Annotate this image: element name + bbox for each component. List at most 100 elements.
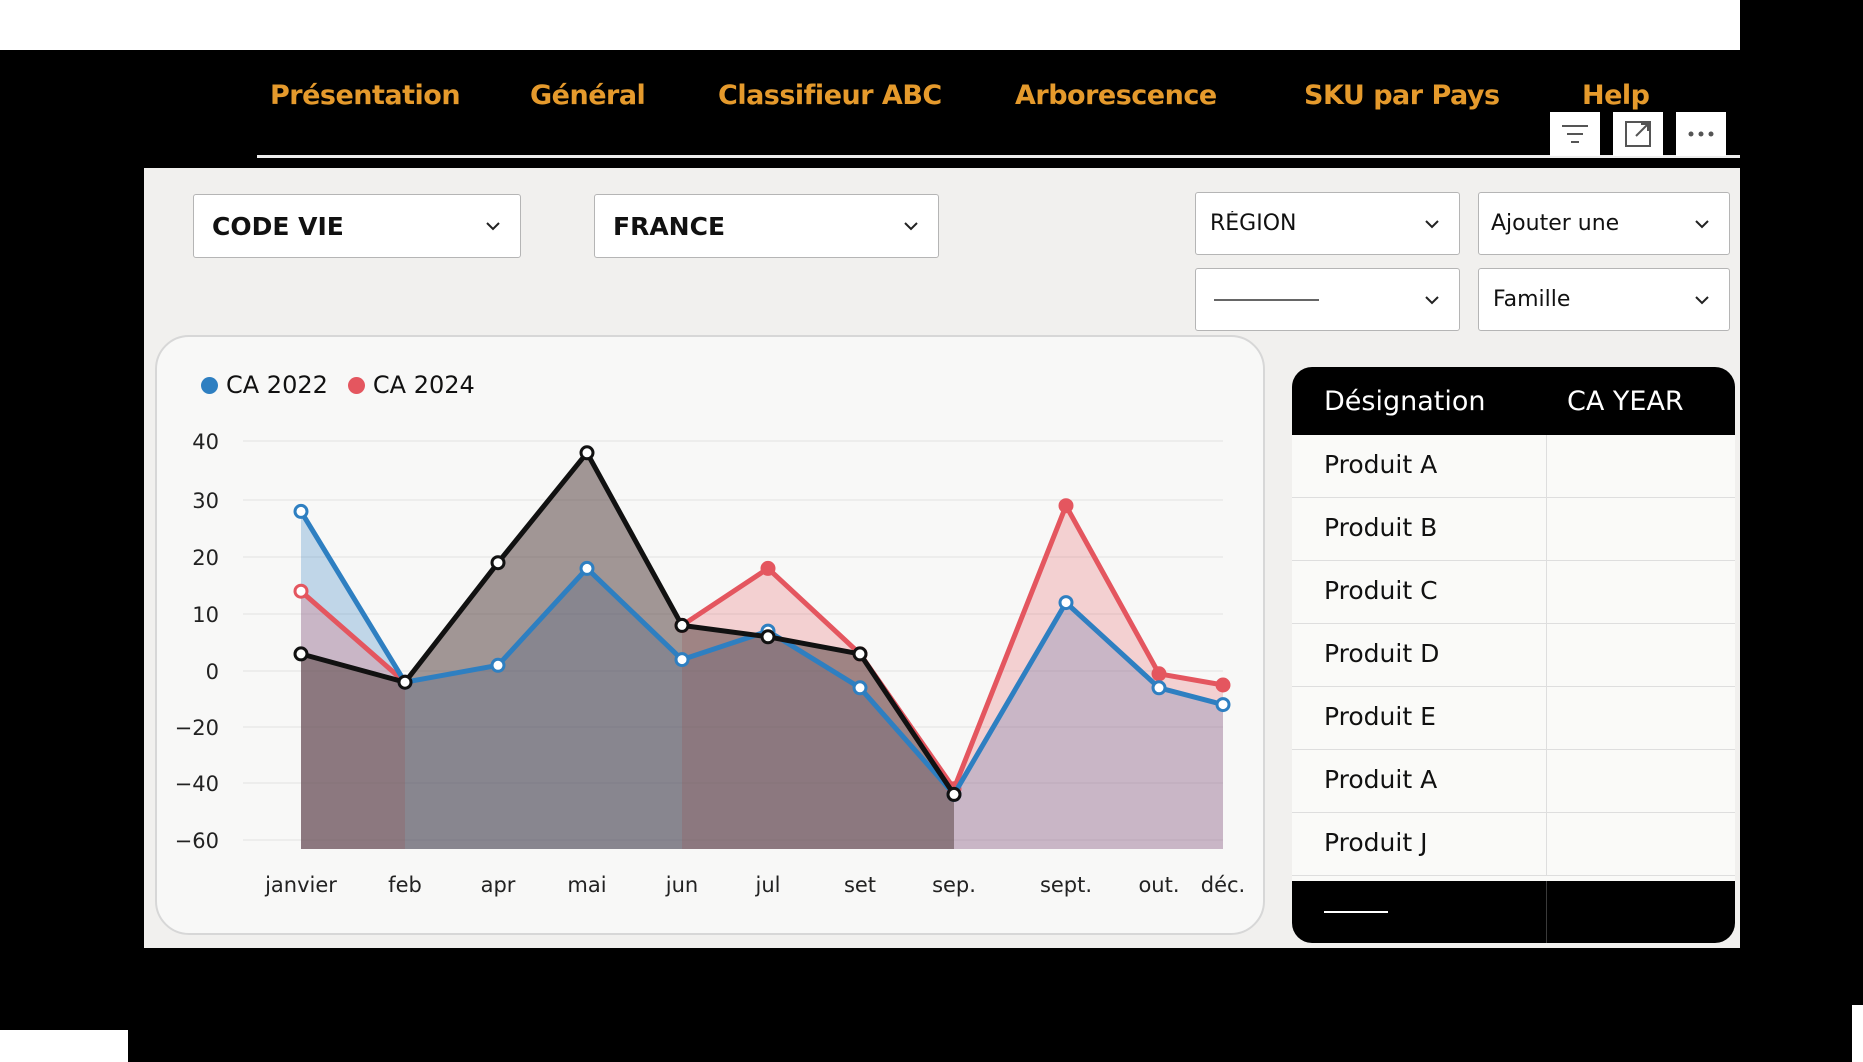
empty-slicer[interactable] <box>1195 268 1460 331</box>
pays-slicer[interactable]: FRANCE <box>594 194 939 258</box>
series-black-point[interactable] <box>579 445 595 461</box>
x-tick-label: janvier <box>264 873 337 897</box>
series-black-point[interactable] <box>674 617 690 633</box>
cell-divider <box>1546 624 1547 686</box>
series-ca-2022-point[interactable] <box>674 652 690 668</box>
region-slicer[interactable]: RÉGION <box>1195 192 1460 255</box>
cell-divider <box>1546 498 1547 560</box>
products-table: Désignation CA YEAR Produit A Produit B … <box>1292 367 1735 943</box>
area-chart-visual[interactable]: 40 30 20 10 0 −20 −40 −60 janvier feb apr mai jun jul… <box>155 335 1265 935</box>
pays-label: FRANCE <box>613 211 726 241</box>
x-tick-label: out. <box>1138 873 1179 897</box>
chevron-down-icon <box>904 222 918 231</box>
series-ca-2022-point[interactable] <box>579 560 595 576</box>
focus-mode-icon <box>1625 121 1651 147</box>
series-black-point[interactable] <box>760 629 776 645</box>
focus-mode-button[interactable] <box>1613 112 1663 156</box>
legend-item-ca-2022[interactable]: CA 2022 <box>201 371 328 399</box>
x-tick-label: sep. <box>932 873 976 897</box>
table-row[interactable]: Produit J <box>1292 813 1735 876</box>
filter-icon <box>1562 125 1588 143</box>
chevron-down-icon <box>1425 219 1439 228</box>
series-black-point[interactable] <box>946 786 962 802</box>
chart-legend: CA 2022 CA 2024 <box>201 371 475 399</box>
table-row[interactable]: Produit A <box>1292 435 1735 498</box>
series-black-point[interactable] <box>293 646 309 662</box>
table-row[interactable]: Produit B <box>1292 498 1735 561</box>
region-label: RÉGION <box>1210 211 1297 236</box>
x-tick-label: feb <box>388 873 422 897</box>
series-ca-2024-point[interactable] <box>293 583 309 599</box>
nav-underline <box>257 155 1740 158</box>
series-black-point[interactable] <box>397 674 413 690</box>
more-options-button[interactable] <box>1676 112 1726 156</box>
table-total-row <box>1292 881 1735 943</box>
code-vie-label: CODE VIE <box>212 211 344 241</box>
chevron-down-icon <box>1425 295 1439 304</box>
series-ca-2024-point[interactable] <box>760 560 776 576</box>
cell-designation: Produit E <box>1324 702 1436 731</box>
cell-divider <box>1546 687 1547 749</box>
filter-button[interactable] <box>1550 112 1600 156</box>
series-black-point[interactable] <box>490 555 506 571</box>
x-tick-label: set <box>844 873 876 897</box>
table-row[interactable]: Produit D <box>1292 624 1735 687</box>
series-ca-2022-point[interactable] <box>1151 680 1167 696</box>
column-header-ca-year[interactable]: CA YEAR <box>1567 386 1684 417</box>
total-placeholder <box>1324 911 1388 913</box>
more-options-icon <box>1688 131 1714 137</box>
y-tick-label: 30 <box>192 489 219 513</box>
series-ca-2022-point[interactable] <box>490 657 506 673</box>
tab-presentation[interactable]: Présentation <box>270 80 461 111</box>
tab-general[interactable]: Général <box>530 80 646 111</box>
right-margin <box>1740 0 1863 1005</box>
y-tick-label: −20 <box>175 716 219 740</box>
series-ca-2024-point[interactable] <box>1215 677 1231 693</box>
series-ca-2022-point[interactable] <box>1058 595 1074 611</box>
ajouter-label: Ajouter une <box>1491 211 1620 236</box>
cell-designation: Produit J <box>1324 828 1428 857</box>
y-tick-label: 0 <box>206 660 219 684</box>
cell-divider <box>1546 561 1547 623</box>
y-tick-label: 40 <box>192 430 219 454</box>
series-ca-2022-point[interactable] <box>1215 697 1231 713</box>
tab-arborescence[interactable]: Arborescence <box>1015 80 1217 111</box>
code-vie-slicer[interactable]: CODE VIE <box>193 194 521 258</box>
famille-label: Famille <box>1493 287 1571 312</box>
table-row[interactable]: Produit A <box>1292 750 1735 813</box>
series-black-point[interactable] <box>852 646 868 662</box>
column-header-designation[interactable]: Désignation <box>1324 386 1486 417</box>
y-tick-label: 20 <box>192 546 219 570</box>
legend-item-ca-2024[interactable]: CA 2024 <box>347 371 475 399</box>
series-ca-2022-point[interactable] <box>293 503 309 519</box>
cell-designation: Produit D <box>1324 639 1440 668</box>
series-ca-2024-point[interactable] <box>1151 666 1167 682</box>
x-tick-label: apr <box>481 873 516 897</box>
ajouter-slicer[interactable]: Ajouter une <box>1478 192 1730 255</box>
legend-label-ca-2022: CA 2022 <box>226 371 328 399</box>
y-tick-label: 10 <box>192 603 219 627</box>
table-row[interactable]: Produit E <box>1292 687 1735 750</box>
tab-classifieur-abc[interactable]: Classifieur ABC <box>718 80 942 111</box>
table-row[interactable]: Produit C <box>1292 561 1735 624</box>
x-tick-label: jul <box>755 873 781 897</box>
y-tick-label: −40 <box>175 772 219 796</box>
chevron-down-icon <box>1695 295 1709 304</box>
tab-help[interactable]: Help <box>1582 80 1650 111</box>
chevron-down-icon <box>486 222 500 231</box>
legend-label-ca-2024: CA 2024 <box>372 371 475 399</box>
x-tick-label: mai <box>567 873 606 897</box>
series-ca-2024-point[interactable] <box>1058 498 1074 514</box>
cell-designation: Produit C <box>1324 576 1438 605</box>
famille-slicer[interactable]: Famille <box>1478 268 1730 331</box>
top-margin <box>0 0 1740 50</box>
empty-slicer-placeholder <box>1214 287 1423 312</box>
cell-divider <box>1546 813 1547 875</box>
cell-divider <box>1546 435 1547 497</box>
cell-designation: Produit A <box>1324 450 1438 479</box>
table-header: Désignation CA YEAR <box>1292 367 1735 435</box>
corner-margin <box>1852 1005 1863 1062</box>
series-ca-2022-point[interactable] <box>852 680 868 696</box>
tab-sku-par-pays[interactable]: SKU par Pays <box>1304 80 1500 111</box>
cell-divider <box>1546 750 1547 812</box>
